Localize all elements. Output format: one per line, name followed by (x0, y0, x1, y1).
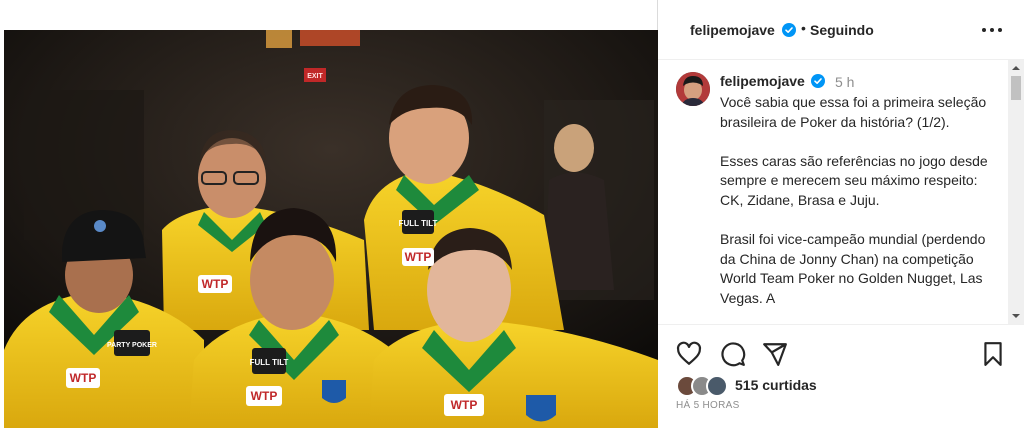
comments-area: felipemojave 5 h Você sabia que essa foi… (658, 60, 1024, 324)
bookmark-icon[interactable] (980, 341, 1006, 367)
scrollbar-thumb[interactable] (1011, 76, 1021, 100)
post-photo[interactable]: EXIT WTP FULL TILT WTP FULL TILT WTP WTP… (4, 30, 658, 428)
post-side-panel: felipemojave • Seguindo felipemojave 5 h… (658, 0, 1024, 428)
following-button[interactable]: Seguindo (810, 22, 874, 38)
verified-badge-icon (782, 23, 796, 42)
caption-username[interactable]: felipemojave (720, 73, 805, 89)
jersey-crest (526, 395, 556, 422)
jersey-logo-text: FULL TILT (399, 219, 438, 228)
jersey-logo-text: PARTY POKER (107, 342, 157, 349)
comment-icon[interactable] (720, 341, 746, 367)
verified-badge-icon (811, 74, 825, 93)
header-separator: • (801, 20, 806, 36)
jersey-logo-text: WTP (202, 277, 229, 291)
post-actions: 515 curtidas HÁ 5 HORAS (658, 324, 1024, 428)
post-header: felipemojave • Seguindo (658, 0, 1024, 60)
caption-paragraph: Esses caras são referências no jogo desd… (720, 152, 988, 208)
liked-by-avatars[interactable] (676, 375, 732, 399)
heart-icon[interactable] (676, 341, 702, 367)
scroll-up-arrow-icon[interactable] (1008, 60, 1024, 76)
team-photo-illustration: EXIT WTP FULL TILT WTP FULL TILT WTP WTP… (4, 30, 658, 428)
exit-sign-label: EXIT (307, 73, 323, 80)
post-media-area: EXIT WTP FULL TILT WTP FULL TILT WTP WTP… (0, 0, 658, 428)
jersey-logo-text: WTP (405, 250, 432, 264)
jersey-logo-text: WTP (251, 389, 278, 403)
author-avatar[interactable] (676, 72, 710, 106)
caption-paragraph: Brasil foi vice-campeão mundial (perdend… (720, 231, 986, 306)
instagram-post-view: EXIT WTP FULL TILT WTP FULL TILT WTP WTP… (0, 0, 1024, 428)
caption-timestamp: 5 h (835, 74, 855, 90)
likes-count[interactable]: 515 curtidas (735, 377, 817, 393)
jersey-logo-text: FULL TILT (250, 358, 289, 367)
post-author-username[interactable]: felipemojave (690, 22, 775, 38)
jersey-crest (322, 380, 346, 403)
jersey-logo-text: WTP (70, 371, 97, 385)
liker-avatar (706, 375, 728, 397)
comments-scrollbar[interactable] (1008, 60, 1024, 324)
send-icon[interactable] (762, 341, 788, 367)
post-age[interactable]: HÁ 5 HORAS (676, 400, 740, 411)
post-caption: Você sabia que essa foi a primeira seleç… (720, 93, 1000, 324)
jersey-logo-text: WTP (451, 398, 478, 412)
scroll-down-arrow-icon[interactable] (1008, 308, 1024, 324)
caption-paragraph: Você sabia que essa foi a primeira seleç… (720, 94, 987, 130)
more-options-icon[interactable] (978, 20, 1006, 40)
